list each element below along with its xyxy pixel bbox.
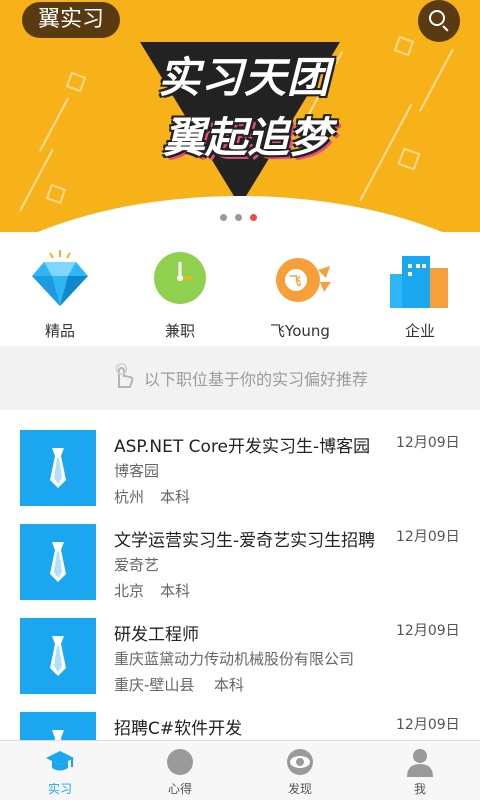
hand-pointer-icon: [112, 363, 134, 393]
tab-faxian[interactable]: 发现: [240, 741, 360, 800]
tie-icon: [20, 524, 96, 600]
recommend-banner: 以下职位基于你的实习偏好推荐: [0, 346, 480, 410]
tab-xinde[interactable]: 心得: [120, 741, 240, 800]
category-qiye[interactable]: 企业: [360, 232, 480, 346]
job-title: 招聘C#软件开发: [114, 719, 243, 739]
clock-icon: [148, 248, 212, 312]
category-jingpin[interactable]: 精品: [0, 232, 120, 346]
job-date: 12月09日: [396, 435, 460, 451]
tab-shixi[interactable]: 实习: [0, 741, 120, 800]
buildings-icon: [388, 248, 452, 312]
banner-title-line2: 翼起追梦: [162, 113, 331, 162]
banner-decoration: [45, 183, 67, 205]
banner-decoration: [19, 148, 54, 212]
job-list-item[interactable]: 招聘C#软件开发 12月09日: [0, 692, 480, 740]
user-icon: [405, 747, 435, 777]
category-row: 精品 兼职 飞 飞Young 企业: [0, 232, 480, 346]
category-label: 企业: [404, 322, 435, 340]
job-date: 12月09日: [396, 623, 460, 639]
tie-icon: [20, 430, 96, 506]
job-title: ASP.NET Core开发实习生-博客园: [114, 437, 371, 457]
job-date: 12月09日: [396, 529, 460, 545]
banner-decoration: [65, 71, 87, 93]
job-list-item[interactable]: 研发工程师 12月09日 重庆蓝黛动力传动机械股份有限公司 重庆-壁山县 本科: [0, 598, 480, 694]
search-button[interactable]: [418, 0, 460, 42]
recommend-text: 以下职位基于你的实习偏好推荐: [143, 370, 368, 389]
job-list: ASP.NET Core开发实习生-博客园 12月09日 博客园 杭州 本科 文…: [0, 410, 480, 740]
tab-wo[interactable]: 我: [360, 741, 480, 800]
category-jianzhi[interactable]: 兼职: [120, 232, 240, 346]
banner-decoration: [397, 147, 421, 171]
graduation-cap-icon: [45, 747, 75, 777]
banner-decoration: [419, 48, 454, 112]
category-label: 兼职: [164, 322, 195, 340]
bottom-nav: 实习 心得 发现 我: [0, 740, 480, 800]
tie-icon: [20, 712, 96, 740]
banner-decoration: [393, 35, 415, 57]
job-company: 爱奇艺: [114, 556, 160, 574]
carousel-dot[interactable]: [235, 214, 242, 221]
carousel-dot[interactable]: [220, 214, 227, 221]
tie-icon: [20, 618, 96, 694]
tab-label: 心得: [167, 782, 192, 796]
fly-young-icon: 飞: [268, 248, 332, 312]
job-list-item[interactable]: ASP.NET Core开发实习生-博客园 12月09日 博客园 杭州 本科: [0, 410, 480, 506]
svg-text:飞: 飞: [289, 274, 301, 288]
job-list-item[interactable]: 文学运营实习生-爱奇艺实习生招聘 12月09日 爱奇艺 北京 本科: [0, 504, 480, 600]
job-date: 12月09日: [396, 717, 460, 733]
job-title: 研发工程师: [114, 625, 199, 645]
job-company: 博客园: [114, 462, 160, 480]
app-brand: 翼实习: [22, 2, 121, 38]
tab-label: 实习: [47, 782, 72, 796]
category-label: 飞Young: [270, 322, 330, 340]
category-fei-young[interactable]: 飞 飞Young: [240, 232, 360, 346]
banner-title-line1: 实习天团: [157, 53, 330, 102]
tab-label: 发现: [287, 782, 312, 796]
banner-decoration: [39, 97, 70, 152]
circle-icon: [165, 747, 195, 777]
diamond-icon: [28, 248, 92, 312]
carousel-indicator: [220, 214, 257, 221]
eye-icon: [285, 747, 315, 777]
job-title: 文学运营实习生-爱奇艺实习生招聘: [114, 531, 376, 551]
category-label: 精品: [44, 322, 75, 340]
carousel-dot-active[interactable]: [250, 214, 257, 221]
banner-carousel[interactable]: 实习天团 翼起追梦 翼实习: [0, 0, 480, 232]
tab-label: 我: [413, 782, 426, 796]
job-company: 重庆蓝黛动力传动机械股份有限公司: [114, 650, 355, 668]
